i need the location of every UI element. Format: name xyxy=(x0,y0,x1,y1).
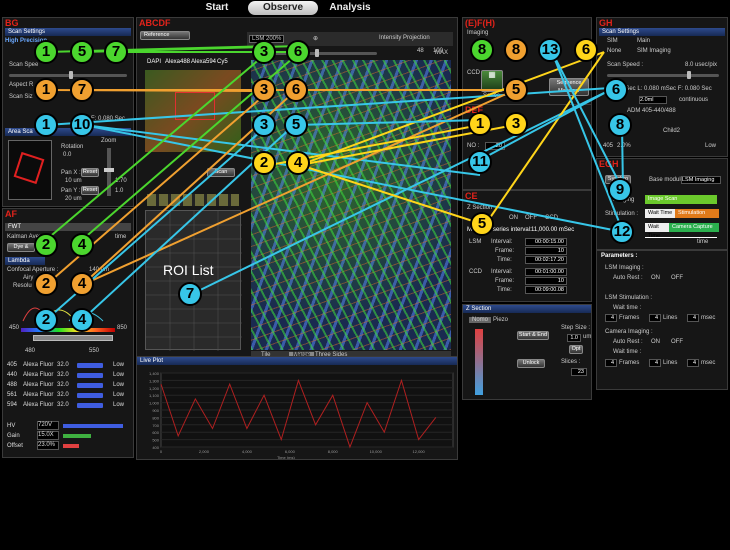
callout-marker: 2 xyxy=(34,308,58,332)
callout-marker: 5 xyxy=(470,212,494,236)
callout-marker: 3 xyxy=(252,78,276,102)
callout-marker: 4 xyxy=(70,272,94,296)
callout-marker: 3 xyxy=(252,113,276,137)
callout-marker: 6 xyxy=(284,78,308,102)
callout-marker: 8 xyxy=(470,38,494,62)
callout-marker: 1 xyxy=(34,78,58,102)
callout-marker: 7 xyxy=(104,40,128,64)
callout-marker: 9 xyxy=(608,178,632,202)
callout-marker: 11 xyxy=(468,150,492,174)
callout-marker: 5 xyxy=(70,40,94,64)
callout-marker: 1 xyxy=(34,40,58,64)
callout-marker: 6 xyxy=(574,38,598,62)
callout-marker: 2 xyxy=(34,272,58,296)
callout-marker: 8 xyxy=(504,38,528,62)
callout-marker: 5 xyxy=(284,113,308,137)
callout-marker: 8 xyxy=(608,113,632,137)
callout-marker: 7 xyxy=(178,282,202,306)
callout-marker: 1 xyxy=(34,113,58,137)
callout-marker: 7 xyxy=(70,78,94,102)
callout-marker: 13 xyxy=(538,38,562,62)
callout-marker: 4 xyxy=(70,308,94,332)
callout-marker: 2 xyxy=(34,233,58,257)
callout-marker: 12 xyxy=(610,220,634,244)
callout-marker: 10 xyxy=(70,113,94,137)
callout-marker: 3 xyxy=(252,40,276,64)
callout-marker: 1 xyxy=(468,112,492,136)
callout-marker: 6 xyxy=(286,40,310,64)
callout-marker: 5 xyxy=(504,78,528,102)
callout-marker: 3 xyxy=(504,112,528,136)
callout-marker: 4 xyxy=(70,233,94,257)
callout-marker: 6 xyxy=(604,78,628,102)
callout-marker: 4 xyxy=(286,151,310,175)
callout-marker: 2 xyxy=(252,151,276,175)
